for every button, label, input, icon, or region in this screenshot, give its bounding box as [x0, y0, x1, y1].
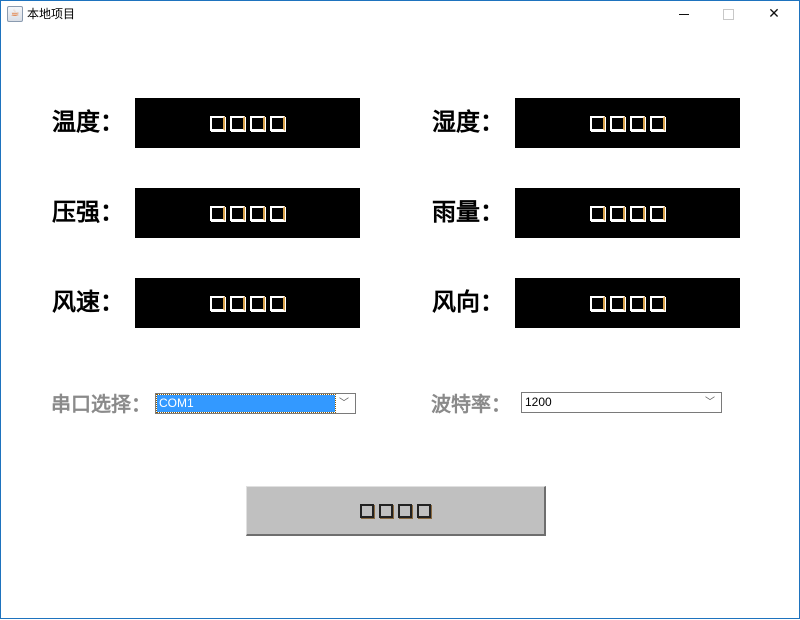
rainfall-display: □□□□ [515, 188, 740, 238]
missing-glyph-boxes [210, 205, 285, 221]
baud-rate-value: 1200 [525, 395, 552, 409]
wind-speed-label: 风速： [52, 288, 124, 316]
app-window: ☕ 本地项目 ✕ 温度： □□□□ 湿度： □□□□ 压强： □□□□ 雨量： … [0, 0, 800, 619]
maximize-icon [722, 8, 734, 20]
chevron-down-icon[interactable]: ﹀ [703, 393, 717, 412]
window-title: 本地项目 [27, 7, 76, 21]
start-button[interactable]: □□□□ [246, 486, 546, 536]
temperature-display: □□□□ [135, 98, 360, 148]
chevron-down-icon[interactable]: ﹀ [337, 394, 351, 413]
humidity-display: □□□□ [515, 98, 740, 148]
missing-glyph-boxes [210, 115, 285, 131]
baud-rate-select[interactable]: 1200 ﹀ [521, 392, 722, 413]
rainfall-label: 雨量： [432, 198, 504, 226]
close-icon: ✕ [768, 6, 780, 22]
wind-direction-label: 风向： [432, 288, 504, 316]
missing-glyph-boxes [360, 503, 431, 518]
missing-glyph-boxes [590, 115, 665, 131]
serial-port-select[interactable]: COM1 ﹀ [155, 393, 356, 414]
title-bar[interactable]: ☕ 本地项目 ✕ [1, 1, 799, 27]
serial-port-value: COM1 [156, 394, 336, 413]
missing-glyph-boxes [590, 295, 665, 311]
minimize-icon [679, 13, 689, 15]
baud-rate-label: 波特率： [431, 392, 511, 416]
missing-glyph-boxes [210, 295, 285, 311]
close-button[interactable]: ✕ [751, 1, 797, 27]
wind-speed-display: □□□□ [135, 278, 360, 328]
missing-glyph-boxes [590, 205, 665, 221]
temperature-label: 温度： [52, 108, 124, 136]
wind-direction-display: □□□□ [515, 278, 740, 328]
minimize-button[interactable] [661, 1, 707, 27]
java-cup-icon: ☕ [7, 6, 23, 22]
pressure-display: □□□□ [135, 188, 360, 238]
humidity-label: 湿度： [432, 108, 504, 136]
pressure-label: 压强： [52, 198, 124, 226]
serial-port-label: 串口选择： [51, 392, 151, 416]
maximize-button[interactable] [705, 1, 751, 27]
